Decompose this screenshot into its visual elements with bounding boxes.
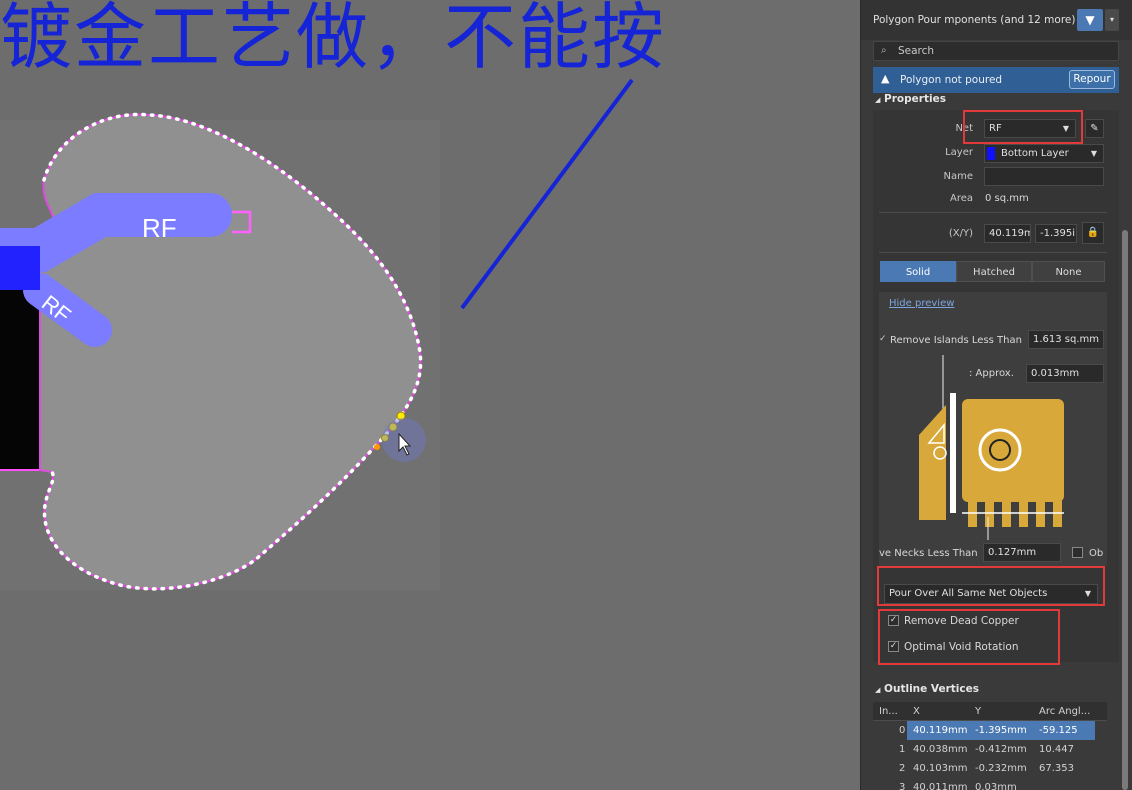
hide-preview-link[interactable]: Hide preview	[889, 298, 954, 309]
filter-dropdown-button[interactable]: ▾	[1105, 9, 1119, 31]
annotation-line	[460, 78, 634, 310]
outline-vertices-title[interactable]: ◢ Outline Vertices	[875, 683, 979, 695]
annotation-text: 镀金工艺做，不能按	[0, 0, 667, 79]
fill-mode-hatched[interactable]: Hatched	[956, 261, 1032, 282]
column-header-x[interactable]: X	[913, 706, 920, 717]
area-label: Area	[949, 193, 973, 204]
rf-label-main: RF	[142, 213, 177, 243]
table-header: In... X Y Arc Angl...	[873, 702, 1107, 721]
table-row[interactable]: 2 40.103mm -0.232mm 67.353	[873, 759, 1107, 778]
necks-input[interactable]: 0.127mm	[983, 543, 1061, 562]
status-banner: ▲ Polygon not poured Repour	[873, 67, 1119, 93]
layer-color-swatch	[987, 147, 995, 160]
highlight-box-net	[963, 110, 1083, 144]
panel-header: Polygon Pour mponents (and 12 more) ▼ ▾	[861, 0, 1132, 40]
table-row[interactable]: 1 40.038mm -0.412mm 10.447	[873, 740, 1107, 759]
fill-mode-none[interactable]: None	[1032, 261, 1105, 282]
y-input[interactable]: -1.395i	[1035, 224, 1077, 243]
ob-label: Ob	[1089, 548, 1104, 559]
fill-mode-solid[interactable]: Solid	[880, 261, 956, 282]
preview-illustration	[919, 355, 1064, 540]
collapse-arrow-icon: ◢	[875, 96, 881, 104]
column-header-index[interactable]: In...	[879, 706, 898, 717]
properties-section-title[interactable]: ◢ Properties	[875, 93, 946, 105]
search-box[interactable]: ⌕	[873, 41, 1119, 61]
panel-scrollbar-thumb[interactable]	[1122, 230, 1128, 790]
highlight-box-checkboxes	[878, 609, 1060, 665]
selected-vertex[interactable]	[374, 444, 380, 450]
pick-net-icon[interactable]: ✎	[1085, 119, 1104, 138]
x-input[interactable]: 40.119m	[984, 224, 1031, 243]
column-header-y[interactable]: Y	[975, 706, 981, 717]
divider	[879, 252, 1107, 253]
area-value: 0 sq.mm	[985, 193, 1029, 204]
islands-input[interactable]: 1.613 sq.mm	[1028, 330, 1104, 349]
collapse-arrow-icon: ◢	[875, 686, 881, 694]
pcb-canvas[interactable]: RF RF 镀金工艺做，不能按	[0, 0, 860, 790]
search-input[interactable]	[898, 44, 1108, 58]
pcb-drawing[interactable]: RF RF	[0, 0, 860, 790]
chevron-down-icon: ▼	[1090, 149, 1097, 158]
filter-icon[interactable]: ▼	[1077, 9, 1103, 31]
necks-label: ve Necks Less Than	[879, 548, 978, 559]
repour-button[interactable]: Repour	[1069, 70, 1115, 89]
panel-scrollbar[interactable]	[1122, 230, 1128, 790]
divider	[879, 212, 1107, 213]
banner-message: Polygon not poured	[900, 74, 1003, 86]
properties-panel: Polygon Pour mponents (and 12 more) ▼ ▾ …	[860, 0, 1132, 790]
layer-label: Layer	[945, 147, 973, 158]
name-label: Name	[943, 171, 973, 182]
panel-title: Polygon Pour mponents (and 12 more)	[873, 14, 1076, 26]
table-row[interactable]: 0 40.119mm -1.395mm -59.125	[873, 721, 1107, 740]
table-row[interactable]: 3 40.011mm 0.03mm	[873, 778, 1107, 790]
warning-icon: ▲	[881, 72, 890, 85]
islands-checkbox[interactable]: ✓	[879, 334, 887, 344]
ob-checkbox[interactable]	[1072, 547, 1083, 558]
search-icon: ⌕	[881, 45, 887, 56]
highlight-box-pour-over	[877, 566, 1105, 606]
name-input[interactable]	[984, 167, 1104, 186]
layer-select[interactable]: Bottom Layer ▼	[984, 144, 1104, 163]
islands-label: Remove Islands Less Than	[890, 335, 1022, 346]
xy-label: (X/Y)	[948, 228, 973, 239]
lock-icon[interactable]: 🔒	[1082, 222, 1104, 244]
column-header-arc[interactable]: Arc Angl...	[1039, 706, 1090, 717]
